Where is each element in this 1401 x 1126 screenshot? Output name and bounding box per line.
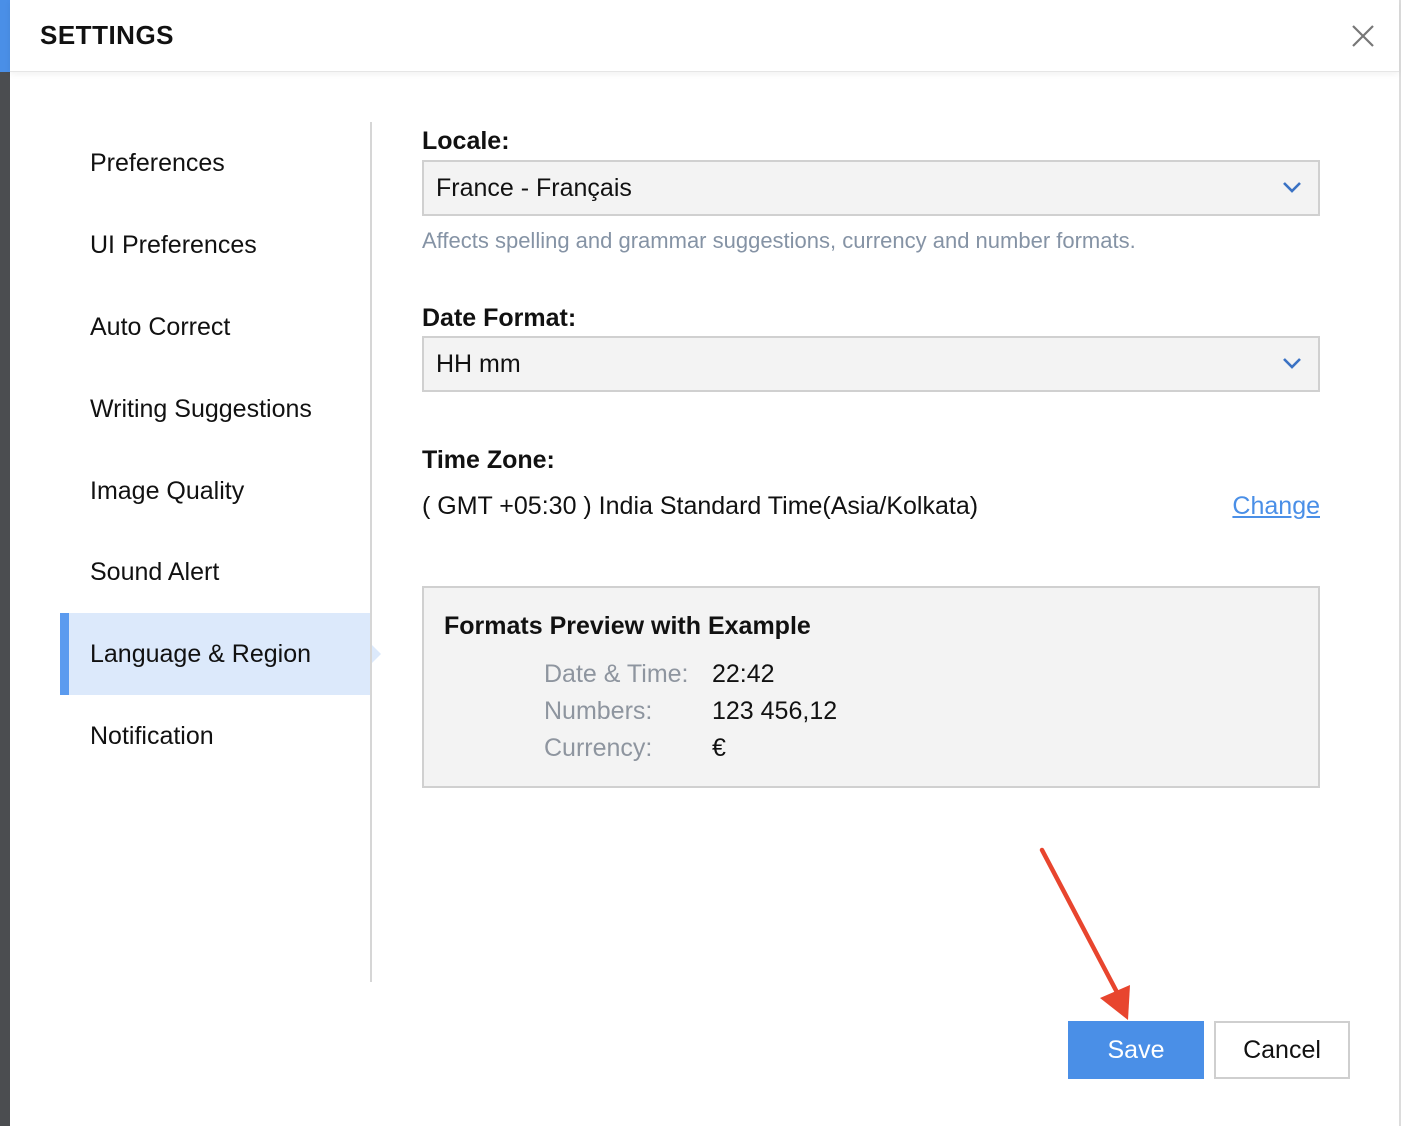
preview-currency-value: € bbox=[712, 734, 726, 762]
close-icon[interactable] bbox=[1349, 22, 1377, 50]
preview-title: Formats Preview with Example bbox=[444, 612, 811, 640]
annotation-arrow-icon bbox=[1039, 847, 1130, 1020]
date-format-select[interactable]: HH mm bbox=[422, 336, 1320, 392]
sidebar-divider bbox=[370, 122, 372, 982]
time-zone-value: ( GMT +05:30 ) India Standard Time(Asia/… bbox=[422, 492, 979, 520]
preview-date-time-value: 22:42 bbox=[712, 660, 775, 688]
time-zone-label: Time Zone: bbox=[422, 446, 555, 474]
locale-label: Locale: bbox=[422, 127, 510, 155]
sidebar-item-label: Language & Region bbox=[90, 639, 312, 668]
dialog-header: SETTINGS bbox=[10, 0, 1399, 72]
save-button[interactable]: Save bbox=[1068, 1021, 1204, 1079]
sidebar-item-image-quality[interactable]: Image Quality bbox=[60, 450, 371, 532]
formats-preview-panel: Formats Preview with Example Date & Time… bbox=[422, 586, 1320, 788]
settings-dialog: SETTINGS Preferences UI Preferences Auto… bbox=[0, 0, 1401, 1126]
locale-selected-value: France - Français bbox=[436, 173, 632, 202]
sidebar-item-language-region[interactable]: Language & Region bbox=[60, 613, 381, 695]
dialog-title: SETTINGS bbox=[40, 20, 175, 50]
change-time-zone-link[interactable]: Change bbox=[1232, 492, 1320, 521]
sidebar-item-label: Notification bbox=[90, 721, 214, 750]
sidebar-item-notification[interactable]: Notification bbox=[60, 695, 371, 777]
sidebar-item-sound-alert[interactable]: Sound Alert bbox=[60, 531, 371, 613]
left-edge-accent bbox=[0, 0, 10, 72]
preview-numbers-key: Numbers: bbox=[544, 697, 653, 725]
sidebar-item-label: Preferences bbox=[90, 148, 225, 177]
sidebar-item-writing-suggestions[interactable]: Writing Suggestions bbox=[60, 368, 371, 450]
preview-currency-key: Currency: bbox=[544, 734, 653, 762]
sidebar-item-label: Sound Alert bbox=[90, 557, 220, 586]
preview-numbers-value: 123 456,12 bbox=[712, 697, 838, 725]
date-format-selected-value: HH mm bbox=[436, 349, 521, 378]
date-format-label: Date Format: bbox=[422, 304, 577, 332]
locale-hint: Affects spelling and grammar suggestions… bbox=[422, 228, 1136, 253]
cancel-button[interactable]: Cancel bbox=[1214, 1021, 1350, 1079]
chevron-down-icon bbox=[1283, 182, 1301, 193]
locale-select[interactable]: France - Français bbox=[422, 160, 1320, 216]
preview-date-time-key: Date & Time: bbox=[544, 660, 689, 688]
sidebar-item-label: Auto Correct bbox=[90, 312, 231, 341]
sidebar-item-label: Writing Suggestions bbox=[90, 394, 312, 423]
chevron-down-icon bbox=[1283, 358, 1301, 369]
settings-sidebar: Preferences UI Preferences Auto Correct … bbox=[60, 122, 381, 982]
sidebar-item-label: Image Quality bbox=[90, 476, 245, 505]
sidebar-item-preferences[interactable]: Preferences bbox=[60, 122, 371, 204]
left-edge-strip bbox=[0, 0, 10, 1126]
sidebar-item-label: UI Preferences bbox=[90, 230, 257, 259]
sidebar-item-auto-correct[interactable]: Auto Correct bbox=[60, 286, 371, 368]
sidebar-item-ui-preferences[interactable]: UI Preferences bbox=[60, 204, 371, 286]
